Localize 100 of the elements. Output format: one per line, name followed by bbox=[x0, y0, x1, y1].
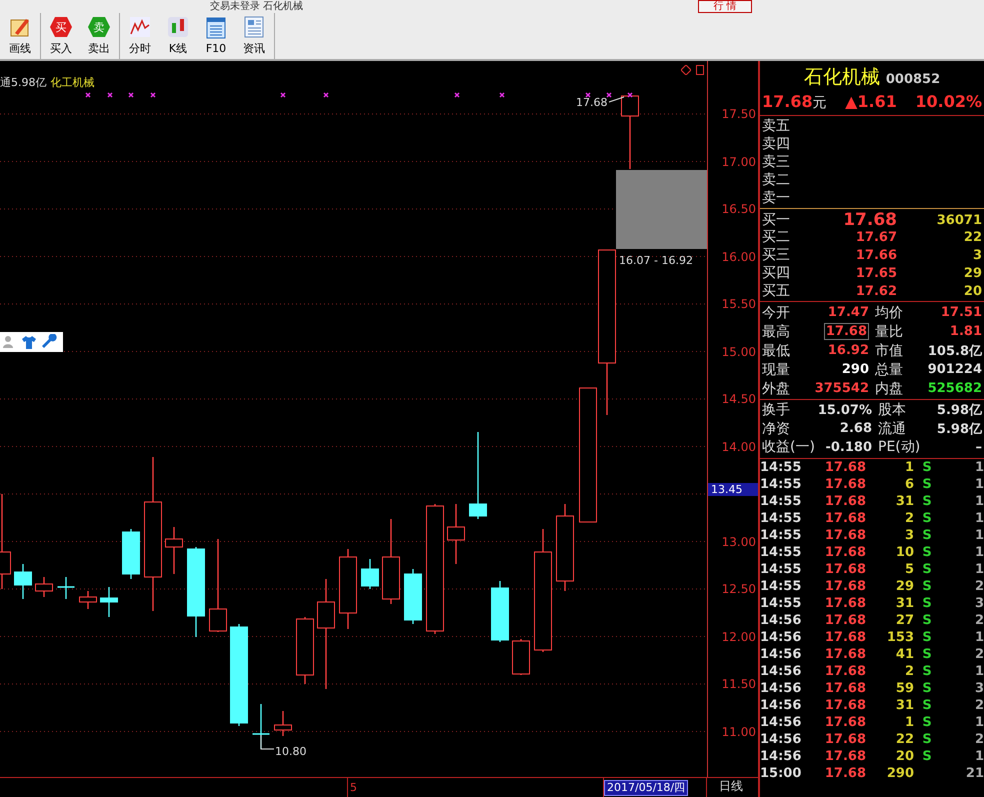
wrench-icon[interactable] bbox=[42, 334, 58, 350]
stat-value: 525682 bbox=[926, 381, 982, 396]
cross-mark bbox=[150, 92, 156, 98]
toolbar-button[interactable]: 买 买入 bbox=[45, 13, 77, 59]
price-axis-label: 13.00 bbox=[722, 534, 756, 548]
period-label: 5 bbox=[350, 781, 357, 794]
fundamental-label: 流通 bbox=[878, 420, 907, 438]
trade-price: 17.68 bbox=[824, 646, 866, 662]
trade-volume: 59 bbox=[894, 680, 914, 696]
price-axis-label: 17.50 bbox=[722, 107, 756, 121]
quote-mode-button[interactable]: 行 情 bbox=[698, 0, 752, 13]
trade-side: S bbox=[921, 698, 933, 712]
trade-time: 14:56 bbox=[760, 630, 802, 644]
toolbar-button[interactable]: 卖 卖出 bbox=[83, 13, 115, 59]
stat-value: 16.92 bbox=[826, 343, 869, 358]
cursor-price-label: 13.45 bbox=[708, 483, 758, 496]
trade-volume: 31 bbox=[894, 698, 914, 712]
trade-time: 14:56 bbox=[760, 698, 802, 712]
trade-side: S bbox=[921, 460, 933, 474]
trade-count: 1 bbox=[974, 714, 984, 730]
trade-time: 14:55 bbox=[760, 528, 802, 542]
trade-price: 17.68 bbox=[824, 630, 866, 644]
price-axis-label: 14.50 bbox=[722, 392, 756, 406]
trade-price: 17.68 bbox=[824, 612, 866, 628]
interval-label[interactable]: 日线 bbox=[719, 778, 743, 797]
trade-count: 2 bbox=[974, 612, 984, 628]
stat-label: 最高 bbox=[762, 322, 791, 340]
trade-volume: 1 bbox=[904, 460, 914, 474]
fundamental-label: 净资 bbox=[762, 420, 791, 438]
bid-price: 17.68 bbox=[842, 210, 897, 230]
trade-count: 1 bbox=[974, 562, 984, 576]
cross-mark bbox=[280, 92, 286, 98]
fundamental-value: 5.98亿 bbox=[936, 402, 982, 420]
trade-side: S bbox=[921, 748, 933, 764]
toolbar-button[interactable]: 分时 bbox=[124, 13, 156, 59]
trade-price: 17.68 bbox=[824, 578, 866, 594]
trade-time: 14:56 bbox=[760, 680, 802, 696]
stat-label: 内盘 bbox=[875, 380, 904, 398]
bid-price: 17.67 bbox=[854, 230, 897, 244]
leader-line bbox=[608, 96, 624, 102]
candle bbox=[296, 617, 314, 684]
stat-value: 375542 bbox=[814, 381, 869, 396]
trade-price: 17.68 bbox=[824, 714, 866, 730]
trade-price: 17.68 bbox=[824, 544, 866, 560]
trade-side: S bbox=[921, 578, 933, 594]
newspaper-icon bbox=[244, 16, 264, 38]
trade-volume: 6 bbox=[904, 476, 914, 492]
trade-time: 14:56 bbox=[760, 714, 802, 730]
trade-count: 1 bbox=[974, 528, 984, 542]
price-axis-label: 12.00 bbox=[722, 630, 756, 644]
ask-label: 卖一 bbox=[762, 189, 791, 207]
price-axis-label: 17.00 bbox=[722, 154, 756, 168]
trade-volume: 20 bbox=[894, 748, 914, 764]
trade-price: 17.68 bbox=[824, 476, 866, 492]
toolbar-button[interactable]: 画线 bbox=[4, 13, 36, 59]
fundamental-value: 15.07% bbox=[816, 402, 872, 418]
trade-volume: 27 bbox=[894, 612, 914, 628]
cross-mark bbox=[107, 92, 113, 98]
trade-side: S bbox=[921, 680, 933, 696]
toolbar-button[interactable]: K线 bbox=[162, 13, 194, 59]
stat-label: 量比 bbox=[875, 322, 904, 340]
toolbar-button[interactable]: 资讯 bbox=[238, 13, 270, 59]
trade-price: 17.68 bbox=[824, 596, 866, 610]
trade-side: S bbox=[921, 562, 933, 576]
shirt-icon[interactable] bbox=[21, 335, 37, 349]
candle bbox=[274, 711, 292, 736]
trade-price: 17.68 bbox=[824, 748, 866, 764]
trade-volume: 2 bbox=[904, 510, 914, 526]
trade-count: 2 bbox=[974, 732, 984, 746]
trade-price: 17.68 bbox=[824, 460, 866, 474]
price-axis-label: 14.00 bbox=[722, 440, 756, 454]
document-icon bbox=[206, 17, 226, 39]
percent-change: 10.02% bbox=[915, 92, 982, 112]
price-axis-label: 11.50 bbox=[722, 677, 756, 691]
trade-count: 1 bbox=[974, 748, 984, 764]
trade-time: 14:55 bbox=[760, 494, 802, 508]
trade-price: 17.68 bbox=[824, 510, 866, 526]
stat-label: 总量 bbox=[875, 360, 904, 378]
fundamental-value: -0.180 bbox=[824, 440, 872, 455]
trade-count: 1 bbox=[974, 630, 984, 644]
cross-mark bbox=[585, 92, 591, 98]
trade-time: 14:55 bbox=[760, 476, 802, 492]
candle bbox=[100, 587, 118, 617]
candle bbox=[512, 639, 530, 675]
trade-side: S bbox=[921, 476, 933, 492]
toolbar-button[interactable]: F10 bbox=[200, 13, 232, 59]
fundamental-value: 2.68 bbox=[838, 421, 872, 436]
panel-toggle-icon[interactable] bbox=[696, 65, 704, 75]
trade-side: S bbox=[921, 630, 933, 644]
stat-label: 外盘 bbox=[762, 380, 791, 398]
leader-line bbox=[260, 734, 274, 750]
stat-label: 市值 bbox=[875, 342, 904, 360]
stat-label: 今开 bbox=[762, 304, 791, 322]
trade-side: S bbox=[921, 612, 933, 628]
diamond-icon bbox=[681, 65, 691, 75]
bid-price: 17.62 bbox=[854, 284, 897, 298]
line-chart-icon bbox=[129, 16, 151, 38]
trade-side: S bbox=[921, 544, 933, 560]
bid-volume: 20 bbox=[962, 284, 982, 298]
trade-price: 17.68 bbox=[824, 698, 866, 712]
